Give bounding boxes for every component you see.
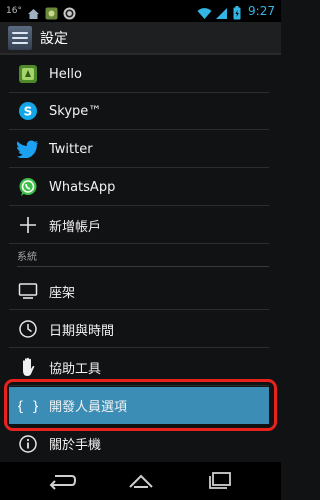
page-title: 設定 [40, 30, 68, 47]
account-item-skype[interactable]: S Skype™ [9, 93, 269, 130]
account-item-label: Hello [49, 66, 82, 82]
system-item-dock[interactable]: 座架 [9, 273, 269, 310]
temperature-readout: 16° [6, 6, 22, 16]
twitter-icon [17, 138, 39, 160]
wifi-icon [197, 5, 212, 19]
system-item-accessibility[interactable]: 協助工具 [9, 349, 269, 386]
clock-icon [17, 318, 39, 340]
settings-icon[interactable] [8, 25, 32, 50]
hand-icon [17, 356, 39, 378]
add-account-button[interactable]: 新增帳戶 [9, 207, 269, 244]
section-header-system: 系統 [17, 245, 269, 267]
account-item-label: Skype™ [49, 103, 102, 119]
system-item-label: 座架 [49, 285, 76, 301]
system-item-label: 開發人員選項 [49, 400, 128, 415]
account-item-label: Twitter [49, 141, 93, 157]
back-icon[interactable] [46, 469, 78, 493]
battery-icon [233, 5, 241, 19]
system-status-area: 9:27 [197, 4, 275, 19]
account-item-whatsapp[interactable]: WhatsApp [9, 169, 269, 206]
svg-text:S: S [24, 105, 33, 119]
recents-icon[interactable] [204, 469, 236, 493]
photo-notification-icon [45, 5, 58, 19]
account-item-label: WhatsApp [49, 179, 116, 195]
action-bar: 設定 [0, 22, 281, 55]
info-icon [17, 433, 39, 455]
skype-icon: S [17, 100, 39, 122]
add-account-label: 新增帳戶 [49, 219, 102, 235]
navigation-bar [0, 462, 281, 500]
dock-icon [17, 280, 39, 302]
plus-icon [17, 214, 39, 236]
clock: 9:27 [248, 4, 275, 18]
system-item-about-phone[interactable]: 關於手機 [9, 425, 269, 462]
home-icon[interactable] [125, 469, 157, 493]
system-item-date-time[interactable]: 日期與時間 [9, 311, 269, 348]
braces-icon: { } [17, 395, 39, 417]
account-item-hello[interactable]: Hello [9, 56, 269, 93]
system-item-label: 協助工具 [49, 361, 102, 377]
account-item-twitter[interactable]: Twitter [9, 131, 269, 168]
signal-icon [215, 5, 228, 19]
system-item-label: 日期與時間 [49, 323, 115, 339]
notification-area: 16° [6, 5, 76, 19]
status-bar: 16° 9:27 [0, 0, 281, 22]
system-item-developer-options[interactable]: { } 開發人員選項 [9, 387, 269, 424]
hello-app-icon [17, 63, 39, 85]
system-item-label: 關於手機 [49, 438, 102, 453]
whatsapp-icon [17, 176, 39, 198]
home-icon [27, 5, 40, 19]
svg-text:{ }: { } [18, 399, 38, 414]
sync-notification-icon [63, 5, 76, 19]
